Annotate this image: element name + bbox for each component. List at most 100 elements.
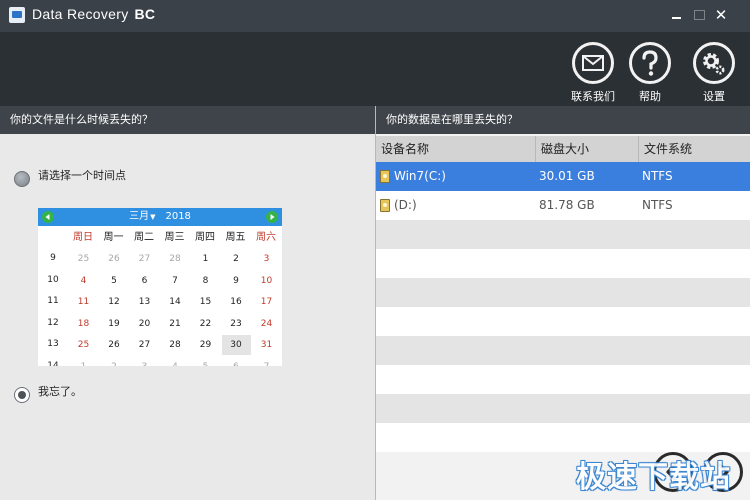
drive-icon xyxy=(380,170,390,183)
table-row-empty xyxy=(376,249,750,278)
table-header: 设备名称 磁盘大小 文件系统 xyxy=(376,136,750,162)
file-system-cell: NTFS xyxy=(642,198,673,212)
app-title: Data Recovery BC xyxy=(32,6,156,22)
calendar-day[interactable]: 1 xyxy=(191,249,220,269)
disk-size-cell: 30.01 GB xyxy=(539,169,595,183)
calendar-week-number: 13 xyxy=(47,339,59,349)
calendar-day[interactable]: 8 xyxy=(191,271,220,291)
calendar-day[interactable]: 23 xyxy=(222,314,251,334)
where-lost-header: 你的数据是在哪里丢失的？ xyxy=(376,106,750,134)
disk-size-cell: 81.78 GB xyxy=(539,198,595,212)
calendar-day[interactable]: 3 xyxy=(252,249,281,269)
table-row-empty xyxy=(376,278,750,307)
title-bar: Data Recovery BC ✕ xyxy=(0,0,750,32)
calendar-day[interactable]: 4 xyxy=(69,271,98,291)
calendar-day[interactable]: 3 xyxy=(130,357,159,367)
column-header-device-name[interactable]: 设备名称 xyxy=(376,136,536,162)
calendar-day[interactable]: 11 xyxy=(69,292,98,312)
date-calendar[interactable]: 三月▼ 2018 周日 周一 周二 周三 周四 周五 周六 9 25 26 27 28 1 2 3 10 4 5 6… xyxy=(38,208,282,366)
calendar-year: 2018 xyxy=(165,211,191,222)
chevron-down-icon: ▼ xyxy=(150,213,156,221)
calendar-next-month-button[interactable] xyxy=(266,211,278,223)
calendar-day[interactable]: 5 xyxy=(100,271,129,291)
calendar-header: 三月▼ 2018 xyxy=(38,208,282,226)
gear-icon xyxy=(693,42,735,84)
calendar-day[interactable]: 28 xyxy=(161,335,190,355)
calendar-day[interactable]: 28 xyxy=(161,249,190,269)
maximize-button[interactable] xyxy=(690,6,708,24)
calendar-day[interactable]: 2 xyxy=(222,249,251,269)
calendar-day[interactable]: 30 xyxy=(221,335,251,355)
calendar-day[interactable]: 12 xyxy=(100,292,129,312)
calendar-day[interactable]: 6 xyxy=(130,271,159,291)
app-logo-icon xyxy=(9,7,25,23)
column-header-disk-size[interactable]: 磁盘大小 xyxy=(536,136,639,162)
forgot-time-label[interactable]: 我忘了。 xyxy=(38,383,82,399)
file-system-cell: NTFS xyxy=(642,169,673,183)
minimize-button[interactable] xyxy=(668,6,686,24)
close-button[interactable]: ✕ xyxy=(712,6,730,24)
calendar-day[interactable]: 26 xyxy=(100,335,129,355)
calendar-month: 三月 xyxy=(129,211,150,222)
table-row[interactable]: Win7(C:) 30.01 GB NTFS xyxy=(376,162,750,191)
forgot-time-radio[interactable] xyxy=(14,387,30,403)
calendar-day[interactable]: 1 xyxy=(69,357,98,367)
calendar-day[interactable]: 9 xyxy=(222,271,251,291)
mail-icon xyxy=(572,42,614,84)
settings-button[interactable]: 设置 xyxy=(686,42,742,104)
table-row-empty xyxy=(376,365,750,394)
calendar-day[interactable]: 18 xyxy=(69,314,98,334)
calendar-day[interactable]: 22 xyxy=(191,314,220,334)
when-lost-header: 你的文件是什么时候丢失的？ xyxy=(0,106,375,134)
device-name-cell: Win7(C:) xyxy=(394,169,446,183)
calendar-day[interactable]: 24 xyxy=(252,314,281,334)
calendar-weekdays: 周日 周一 周二 周三 周四 周五 周六 xyxy=(38,228,282,248)
calendar-day[interactable]: 26 xyxy=(100,249,129,269)
calendar-month-dropdown[interactable]: 三月▼ 2018 xyxy=(129,208,191,226)
calendar-week-row: 11 11 12 13 14 15 16 17 xyxy=(38,291,282,313)
calendar-weekday: 周一 xyxy=(103,232,124,243)
calendar-day[interactable]: 25 xyxy=(69,335,98,355)
calendar-week-number: 14 xyxy=(47,360,59,367)
calendar-day[interactable]: 14 xyxy=(161,292,190,312)
calendar-week-row: 10 4 5 6 7 8 9 10 xyxy=(38,270,282,292)
table-row[interactable]: (D:) 81.78 GB NTFS xyxy=(376,191,750,220)
calendar-day[interactable]: 17 xyxy=(252,292,281,312)
table-row-empty xyxy=(376,423,750,452)
select-time-radio[interactable] xyxy=(14,171,30,187)
calendar-prev-month-button[interactable] xyxy=(42,211,54,223)
calendar-week-row: 9 25 26 27 28 1 2 3 xyxy=(38,248,282,270)
calendar-weekday: 周六 xyxy=(256,232,276,243)
calendar-day[interactable]: 13 xyxy=(130,292,159,312)
app-edition: BC xyxy=(134,6,156,22)
calendar-weekday: 周四 xyxy=(195,232,215,243)
device-list-panel: 设备名称 磁盘大小 文件系统 Win7(C:) 30.01 GB NTFS (D:) 8… xyxy=(376,134,750,500)
calendar-day[interactable]: 29 xyxy=(191,335,220,355)
calendar-weekday: 周五 xyxy=(225,232,246,243)
help-button[interactable]: 帮助 xyxy=(622,42,678,104)
calendar-day[interactable]: 27 xyxy=(130,335,159,355)
drive-icon xyxy=(380,199,390,212)
calendar-day[interactable]: 20 xyxy=(130,314,159,334)
calendar-day[interactable]: 25 xyxy=(69,249,98,269)
select-time-label[interactable]: 请选择一个时间点 xyxy=(38,167,126,183)
column-header-file-system[interactable]: 文件系统 xyxy=(639,136,750,162)
calendar-day[interactable]: 16 xyxy=(222,292,251,312)
calendar-week-number: 11 xyxy=(47,296,59,306)
contact-us-button[interactable]: 联系我们 xyxy=(565,42,621,104)
device-name-cell: (D:) xyxy=(394,198,417,212)
calendar-day[interactable]: 7 xyxy=(252,357,281,367)
calendar-day[interactable]: 21 xyxy=(161,314,190,334)
calendar-weekday: 周三 xyxy=(164,232,185,243)
calendar-day[interactable]: 5 xyxy=(191,357,220,367)
calendar-day[interactable]: 15 xyxy=(191,292,220,312)
calendar-day[interactable]: 6 xyxy=(222,357,251,367)
calendar-day[interactable]: 19 xyxy=(100,314,129,334)
calendar-day[interactable]: 4 xyxy=(161,357,190,367)
calendar-day[interactable]: 31 xyxy=(252,335,281,355)
calendar-day[interactable]: 10 xyxy=(252,271,281,291)
calendar-day[interactable]: 2 xyxy=(100,357,129,367)
calendar-day[interactable]: 7 xyxy=(161,271,190,291)
calendar-day[interactable]: 27 xyxy=(130,249,159,269)
toolbar: 联系我们 帮助 设置 xyxy=(0,32,750,106)
